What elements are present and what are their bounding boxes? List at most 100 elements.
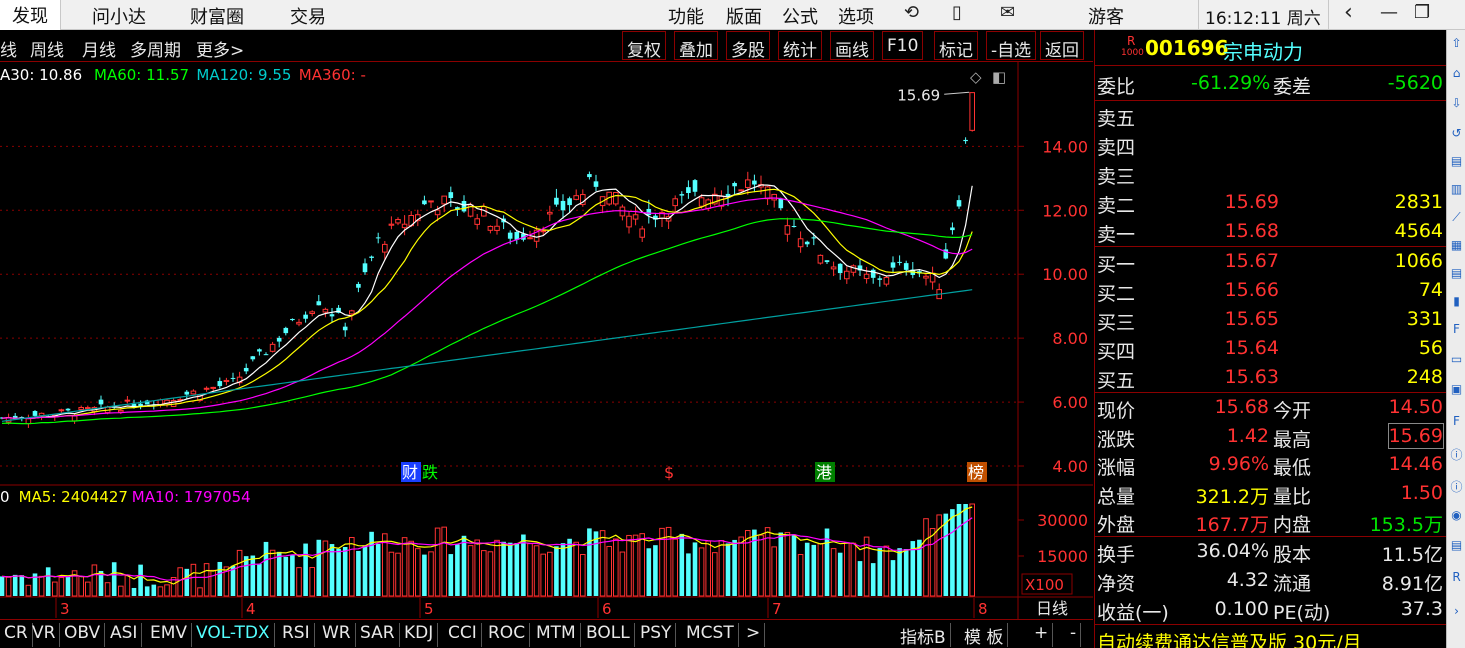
back-icon[interactable]: ‹ — [1344, 0, 1353, 25]
grid-icon[interactable]: ▦ — [1449, 238, 1464, 256]
restore-icon[interactable]: ❐ — [1414, 2, 1430, 23]
candle-body — [290, 318, 295, 321]
stock-name[interactable]: 宗申动力 — [1223, 36, 1303, 65]
candle-body — [474, 218, 480, 225]
fin-value: 37.3 — [1400, 598, 1443, 620]
adjust-button[interactable]: 复权 — [622, 31, 666, 61]
tab-trade[interactable]: 交易 — [290, 3, 326, 29]
indicator-tab-roc[interactable]: ROC — [484, 623, 531, 647]
mark-button[interactable]: 标记 — [934, 31, 978, 61]
candle-body — [811, 237, 817, 239]
period-weekly[interactable]: 周线 — [30, 36, 64, 61]
f10-button[interactable]: F10 — [882, 31, 924, 60]
period-monthly[interactable]: 月线 — [82, 36, 116, 61]
volume-bar — [745, 530, 751, 597]
chart-icon[interactable]: ▤ — [1449, 154, 1464, 172]
period-more[interactable]: 更多> — [196, 36, 244, 61]
refresh-icon[interactable]: ↺ — [1449, 126, 1464, 144]
volume-bar — [863, 536, 870, 597]
candle-body — [752, 180, 757, 185]
indicator-b-button[interactable]: 指标B — [896, 623, 951, 648]
candle-body — [263, 354, 269, 356]
chart-icon[interactable]: ▥ — [1449, 182, 1464, 200]
info-icon[interactable]: ⓘ — [1449, 446, 1464, 464]
line-chart-icon[interactable]: ⟋ — [1449, 210, 1464, 228]
indicator-tab-asi[interactable]: ASI — [106, 623, 143, 647]
refresh-icon[interactable]: ⟲ — [904, 2, 919, 23]
user-label[interactable]: 游客 — [1088, 3, 1124, 29]
draw-line-button[interactable]: 画线 — [830, 31, 874, 61]
volume-bar — [118, 585, 124, 597]
stat-value: 14.46 — [1388, 453, 1443, 475]
indicator-tab-mcst[interactable]: MCST — [682, 623, 739, 647]
indicator-tab-psy[interactable]: PSY — [636, 623, 677, 647]
indicator-tab-[interactable]: > — [742, 623, 766, 647]
order-label: 卖一 — [1097, 224, 1136, 246]
indicator-tab-vr[interactable]: VR — [28, 623, 61, 647]
indicator-tab-kdj[interactable]: KDJ — [400, 623, 439, 647]
tab-wealth-circle[interactable]: 财富圈 — [190, 3, 244, 29]
overlay-button[interactable]: 叠加 — [674, 31, 718, 61]
info-icon[interactable]: ⓘ — [1449, 478, 1464, 496]
message-icon[interactable]: ✉ — [1000, 2, 1015, 23]
volume-bar — [217, 561, 223, 596]
buy-order-row: 买四 15.64 56 — [1095, 335, 1447, 363]
up-arrow-icon[interactable]: ⇧ — [1449, 36, 1464, 54]
volume-bar — [408, 540, 414, 597]
candle-body — [316, 301, 322, 306]
bar-chart-icon[interactable]: ▮ — [1449, 294, 1464, 312]
indicator-tab-sar[interactable]: SAR — [356, 623, 400, 647]
kline-chart[interactable]: 14.00 12.00 10.00 8.00 6.00 4.00 A30: 10.86 MA6… — [0, 62, 1093, 619]
f10-icon[interactable]: F — [1449, 414, 1464, 432]
menu-options[interactable]: 选项 — [838, 3, 874, 29]
chevron-icon[interactable]: › — [1449, 604, 1464, 622]
menu-function[interactable]: 功能 — [668, 3, 704, 29]
chart-icon[interactable]: ▤ — [1449, 266, 1464, 284]
volume-bar — [943, 513, 949, 596]
minimize-icon[interactable]: — — [1380, 2, 1398, 23]
indicator-tab-rsi[interactable]: RSI — [278, 623, 315, 647]
return-button[interactable]: 返回 — [1040, 31, 1084, 61]
watchlist-button[interactable]: -自选 — [986, 31, 1037, 61]
book-icon[interactable]: ▭ — [1449, 352, 1464, 370]
candle-body — [969, 92, 976, 131]
multi-stock-button[interactable]: 多股 — [726, 31, 770, 61]
f10-icon[interactable]: F — [1449, 322, 1464, 340]
menu-formula[interactable]: 公式 — [782, 3, 818, 29]
promo-banner[interactable]: 自动续费通达信普及版 30元/月 — [1097, 628, 1362, 648]
stock-code[interactable]: 001696 — [1145, 36, 1229, 60]
indicator-tab-voltdx[interactable]: VOL-TDX — [192, 623, 275, 647]
order-label: 买二 — [1097, 283, 1136, 305]
indicator-tab-wr[interactable]: WR — [318, 623, 356, 647]
zoom-out-button[interactable]: - — [1066, 623, 1082, 647]
tab-ask-xiaoda[interactable]: 问小达 — [92, 3, 146, 29]
order-volume: 331 — [1406, 308, 1443, 330]
candle-body — [223, 379, 230, 383]
indicator-tab-cci[interactable]: CCI — [444, 623, 482, 647]
rss-icon[interactable]: R — [1449, 570, 1464, 588]
indicator-tab-obv[interactable]: OBV — [60, 623, 106, 647]
indicator-tab-mtm[interactable]: MTM — [532, 623, 581, 647]
down-arrow-icon[interactable]: ⇩ — [1449, 96, 1464, 114]
period-daily[interactable]: 线 — [0, 36, 17, 61]
zoom-in-button[interactable]: + — [1030, 623, 1054, 647]
period-multi[interactable]: 多周期 — [130, 36, 181, 61]
menu-layout[interactable]: 版面 — [726, 3, 762, 29]
tab-discover[interactable]: 发现 — [0, 0, 61, 30]
phone-icon[interactable]: ▯ — [952, 2, 962, 23]
statistics-button[interactable]: 统计 — [778, 31, 822, 61]
volume-bar — [540, 553, 547, 597]
indicator-tab-emv[interactable]: EMV — [146, 623, 193, 647]
volume-bar — [276, 551, 282, 596]
bell-icon[interactable]: ◉ — [1449, 508, 1464, 526]
calendar-icon[interactable]: ▣ — [1449, 382, 1464, 400]
template-button[interactable]: 模 板 — [960, 623, 1009, 648]
chart-icon[interactable]: ▤ — [1449, 538, 1464, 556]
buy-order-row: 买一 15.67 1066 — [1095, 248, 1447, 276]
volume-bar — [890, 560, 896, 596]
home-icon[interactable]: ⌂ — [1449, 66, 1464, 84]
stat-label: 量比 — [1273, 485, 1312, 508]
candle-body — [632, 214, 639, 220]
volume-bar — [547, 551, 553, 597]
indicator-tab-boll[interactable]: BOLL — [582, 623, 635, 647]
